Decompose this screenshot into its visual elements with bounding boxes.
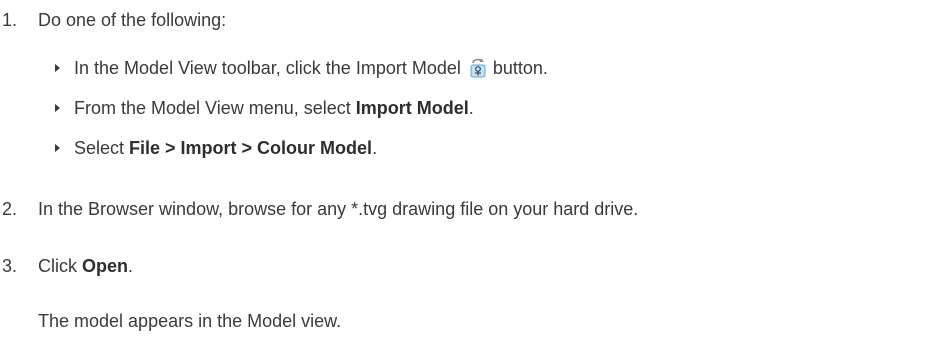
step-result: The model appears in the Model view. [38,311,342,331]
import-model-icon [467,57,489,79]
step-3: 3. Click Open. [0,254,133,278]
menu-path-colour-model: File > Import > Colour Model [129,138,373,158]
menu-item-import-model: Import Model [355,98,469,118]
bullet-marker [55,144,60,152]
step-text: Do one of the following: [38,10,227,30]
bullet-marker [55,104,60,112]
option-text-after: . [372,138,378,158]
step-number: 3. [2,256,18,276]
step-text-before: Click [38,256,82,276]
option-text-after: . [468,98,474,118]
bullet-marker [55,64,60,72]
option-file-menu: Select File > Import > Colour Model. [74,136,377,160]
option-toolbar: In the Model View toolbar, click the Imp… [74,56,548,80]
step-2: 2. In the Browser window, browse for any … [0,197,638,221]
step-text-after: . [128,256,134,276]
option-text-before: In the Model View toolbar, click the Imp… [74,58,461,78]
step-number: 2. [2,199,18,219]
option-text-before: Select [74,138,130,158]
step-text: In the Browser window, browse for any *.… [38,199,639,219]
step-number: 1. [2,10,18,30]
option-menu: From the Model View menu, select Import … [74,96,474,120]
open-button-label: Open [82,256,129,276]
step-1: 1. Do one of the following: [0,8,226,32]
option-text-before: From the Model View menu, select [74,98,356,118]
option-text-after: button. [492,58,548,78]
